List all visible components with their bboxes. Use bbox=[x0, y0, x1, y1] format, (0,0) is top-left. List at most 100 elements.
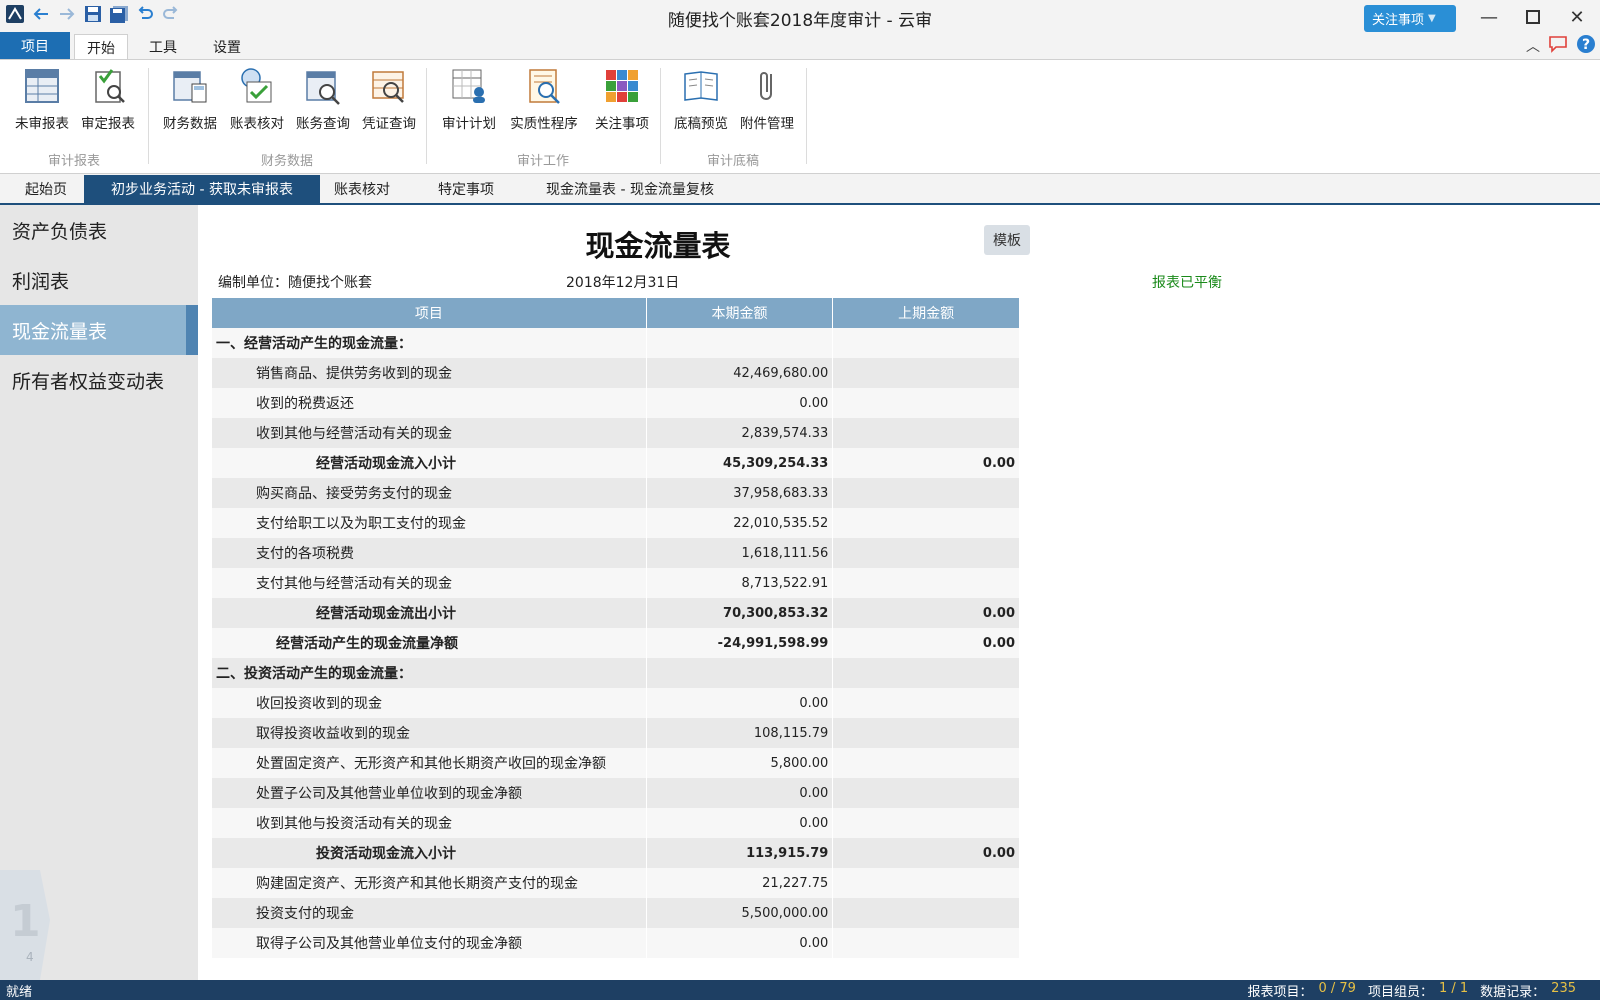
table-row[interactable]: 支付的各项税费 1,618,111.56 bbox=[212, 538, 1020, 568]
attention-items-button[interactable]: 关注事项 ▼ bbox=[1364, 5, 1456, 32]
cell-current-amount[interactable]: 0.00 bbox=[646, 688, 834, 718]
table-row[interactable]: 经营活动现金流出小计 70,300,853.32 0.00 bbox=[212, 598, 1020, 628]
collapse-ribbon-icon[interactable]: ︿ bbox=[1526, 36, 1540, 56]
cell-current-amount[interactable]: 42,469,680.00 bbox=[646, 358, 834, 388]
cell-prior-amount[interactable] bbox=[832, 868, 1020, 898]
table-row[interactable]: 经营活动产生的现金流量净额 -24,991,598.99 0.00 bbox=[212, 628, 1020, 658]
table-row[interactable]: 处置子公司及其他营业单位收到的现金净额 0.00 bbox=[212, 778, 1020, 808]
cell-prior-amount[interactable] bbox=[832, 508, 1020, 538]
cell-prior-amount[interactable] bbox=[832, 478, 1020, 508]
financial-data-button[interactable]: 财务数据 bbox=[157, 66, 223, 134]
tab-tools[interactable]: 工具 bbox=[136, 34, 190, 60]
cell-prior-amount[interactable] bbox=[832, 808, 1020, 838]
table-row[interactable]: 收到其他与经营活动有关的现金 2,839,574.33 bbox=[212, 418, 1020, 448]
cell-prior-amount[interactable] bbox=[832, 778, 1020, 808]
save-icon[interactable] bbox=[82, 3, 104, 25]
cell-current-amount[interactable]: 5,800.00 bbox=[646, 748, 834, 778]
cell-prior-amount[interactable] bbox=[832, 748, 1020, 778]
column-header-prior[interactable]: 上期金额 bbox=[832, 298, 1020, 328]
cell-current-amount[interactable]: 0.00 bbox=[646, 778, 834, 808]
table-row[interactable]: 支付其他与经营活动有关的现金 8,713,522.91 bbox=[212, 568, 1020, 598]
cell-prior-amount[interactable] bbox=[832, 538, 1020, 568]
app-logo-icon[interactable] bbox=[4, 3, 26, 25]
voucher-query-button[interactable]: 凭证查询 bbox=[356, 66, 422, 134]
undo-icon[interactable] bbox=[134, 3, 156, 25]
audit-plan-button[interactable]: 审计计划 bbox=[436, 66, 502, 134]
table-row[interactable]: 收回投资收到的现金 0.00 bbox=[212, 688, 1020, 718]
cell-prior-amount[interactable]: 0.00 bbox=[832, 598, 1020, 628]
table-row[interactable]: 投资支付的现金 5,500,000.00 bbox=[212, 898, 1020, 928]
column-header-current[interactable]: 本期金额 bbox=[646, 298, 834, 328]
table-row[interactable]: 取得投资收益收到的现金 108,115.79 bbox=[212, 718, 1020, 748]
table-row[interactable]: 收到其他与投资活动有关的现金 0.00 bbox=[212, 808, 1020, 838]
table-row[interactable]: 支付给职工以及为职工支付的现金 22,010,535.52 bbox=[212, 508, 1020, 538]
attachment-manage-button[interactable]: 附件管理 bbox=[734, 66, 800, 134]
cell-prior-amount[interactable] bbox=[832, 928, 1020, 958]
sidebar-item-cash-flow[interactable]: 现金流量表 bbox=[0, 305, 198, 355]
cell-current-amount[interactable]: 0.00 bbox=[646, 928, 834, 958]
account-query-button[interactable]: 账务查询 bbox=[290, 66, 356, 134]
cell-current-amount[interactable] bbox=[646, 328, 834, 358]
sidebar-item-income-statement[interactable]: 利润表 bbox=[0, 255, 198, 305]
unaudited-report-button[interactable]: 未审报表 bbox=[9, 66, 75, 134]
cell-current-amount[interactable]: 21,227.75 bbox=[646, 868, 834, 898]
ledger-check-button[interactable]: 账表核对 bbox=[224, 66, 290, 134]
cell-prior-amount[interactable] bbox=[832, 328, 1020, 358]
substantive-procedure-button[interactable]: 实质性程序 bbox=[504, 66, 584, 134]
workpaper-preview-button[interactable]: 底稿预览 bbox=[668, 66, 734, 134]
doc-tab-specific-items[interactable]: 特定事项 bbox=[424, 175, 508, 203]
cell-current-amount[interactable] bbox=[646, 658, 834, 688]
cell-prior-amount[interactable]: 0.00 bbox=[832, 628, 1020, 658]
attention-items-ribbon-button[interactable]: 关注事项 bbox=[586, 66, 658, 134]
table-row[interactable]: 购买商品、接受劳务支付的现金 37,958,683.33 bbox=[212, 478, 1020, 508]
cell-current-amount[interactable]: 108,115.79 bbox=[646, 718, 834, 748]
cell-prior-amount[interactable]: 0.00 bbox=[832, 448, 1020, 478]
table-row[interactable]: 收到的税费返还 0.00 bbox=[212, 388, 1020, 418]
doc-tab-start-page[interactable]: 起始页 bbox=[8, 175, 84, 203]
cell-current-amount[interactable]: -24,991,598.99 bbox=[646, 628, 834, 658]
sidebar-item-balance-sheet[interactable]: 资产负债表 bbox=[0, 205, 198, 255]
cell-current-amount[interactable]: 0.00 bbox=[646, 808, 834, 838]
table-row[interactable]: 投资活动现金流入小计 113,915.79 0.00 bbox=[212, 838, 1020, 868]
cell-prior-amount[interactable] bbox=[832, 568, 1020, 598]
cell-prior-amount[interactable]: 0.00 bbox=[832, 838, 1020, 868]
cell-current-amount[interactable]: 0.00 bbox=[646, 388, 834, 418]
cell-current-amount[interactable]: 1,618,111.56 bbox=[646, 538, 834, 568]
cell-prior-amount[interactable] bbox=[832, 388, 1020, 418]
doc-tab-preliminary-activity[interactable]: 初步业务活动 - 获取未审报表 bbox=[84, 175, 320, 203]
doc-tab-ledger-check[interactable]: 账表核对 bbox=[320, 175, 404, 203]
cell-current-amount[interactable]: 2,839,574.33 bbox=[646, 418, 834, 448]
cell-current-amount[interactable]: 5,500,000.00 bbox=[646, 898, 834, 928]
save-all-icon[interactable] bbox=[108, 3, 130, 25]
sidebar-item-equity-changes[interactable]: 所有者权益变动表 bbox=[0, 355, 198, 405]
cell-prior-amount[interactable] bbox=[832, 718, 1020, 748]
minimize-icon[interactable]: — bbox=[1472, 4, 1506, 30]
cell-current-amount[interactable]: 22,010,535.52 bbox=[646, 508, 834, 538]
tab-project[interactable]: 项目 bbox=[0, 32, 70, 60]
table-row[interactable]: 二、投资活动产生的现金流量： bbox=[212, 658, 1020, 688]
cell-prior-amount[interactable] bbox=[832, 418, 1020, 448]
column-header-item[interactable]: 项目 bbox=[212, 298, 647, 328]
tab-settings[interactable]: 设置 bbox=[200, 34, 254, 60]
cell-current-amount[interactable]: 37,958,683.33 bbox=[646, 478, 834, 508]
cell-current-amount[interactable]: 113,915.79 bbox=[646, 838, 834, 868]
table-row[interactable]: 经营活动现金流入小计 45,309,254.33 0.00 bbox=[212, 448, 1020, 478]
table-row[interactable]: 取得子公司及其他营业单位支付的现金净额 0.00 bbox=[212, 928, 1020, 958]
cell-current-amount[interactable]: 70,300,853.32 bbox=[646, 598, 834, 628]
template-button[interactable]: 模板 bbox=[984, 225, 1030, 255]
cell-prior-amount[interactable] bbox=[832, 358, 1020, 388]
cell-prior-amount[interactable] bbox=[832, 898, 1020, 928]
cell-current-amount[interactable]: 8,713,522.91 bbox=[646, 568, 834, 598]
table-row[interactable]: 一、经营活动产生的现金流量： bbox=[212, 328, 1020, 358]
cell-prior-amount[interactable] bbox=[832, 658, 1020, 688]
cell-current-amount[interactable]: 45,309,254.33 bbox=[646, 448, 834, 478]
forward-arrow-icon[interactable] bbox=[56, 3, 78, 25]
table-row[interactable]: 销售商品、提供劳务收到的现金 42,469,680.00 bbox=[212, 358, 1020, 388]
audited-report-button[interactable]: 审定报表 bbox=[75, 66, 141, 134]
message-icon[interactable] bbox=[1548, 35, 1568, 57]
cell-prior-amount[interactable] bbox=[832, 688, 1020, 718]
table-row[interactable]: 处置固定资产、无形资产和其他长期资产收回的现金净额 5,800.00 bbox=[212, 748, 1020, 778]
doc-tab-cash-flow-review[interactable]: 现金流量表 - 现金流量复核 bbox=[528, 175, 732, 203]
help-icon[interactable]: ? bbox=[1576, 34, 1596, 58]
maximize-icon[interactable] bbox=[1516, 4, 1550, 30]
